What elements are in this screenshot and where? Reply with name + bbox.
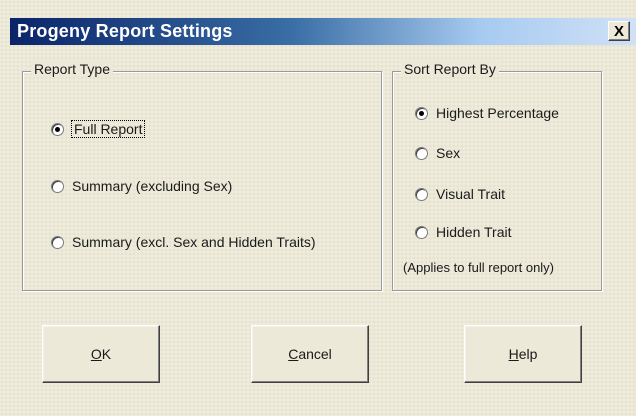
dialog-window: Progeny Report Settings X Report Type Fu…	[0, 0, 636, 416]
close-icon: X	[613, 22, 624, 40]
sort-by-legend: Sort Report By	[401, 61, 499, 77]
sort-by-group: Sort Report By Highest Percentage Sex Vi…	[392, 61, 602, 291]
report-type-summary-option[interactable]: Summary (excluding Sex)	[51, 178, 232, 194]
report-type-legend: Report Type	[31, 61, 114, 77]
radio-summary-excluding-sex[interactable]	[51, 179, 64, 193]
ok-button[interactable]: OK	[42, 325, 160, 383]
ok-label-rest: K	[101, 346, 112, 362]
cancel-label-rest: ancel	[298, 346, 332, 362]
help-label-rest: elp	[518, 346, 538, 362]
radio-visual-trait[interactable]	[415, 187, 428, 201]
sex-label: Sex	[436, 145, 461, 161]
cancel-mnemonic: C	[288, 346, 299, 362]
visual-trait-label: Visual Trait	[436, 186, 505, 202]
sort-visual-trait-option[interactable]: Visual Trait	[415, 186, 505, 202]
sort-highest-percentage-option[interactable]: Highest Percentage	[415, 105, 559, 121]
help-button[interactable]: Help	[464, 325, 582, 383]
close-button[interactable]: X	[608, 21, 630, 41]
radio-summary-excl-hidden[interactable]	[51, 235, 64, 249]
summary-excl-hidden-label: Summary (excl. Sex and Hidden Traits)	[72, 234, 316, 250]
summary-excluding-sex-label: Summary (excluding Sex)	[72, 178, 233, 194]
full-report-label: Full Report	[70, 120, 146, 138]
ok-mnemonic: O	[90, 346, 102, 362]
radio-highest-percentage[interactable]	[415, 106, 428, 120]
title-bar[interactable]: Progeny Report Settings X	[10, 18, 636, 45]
sort-sex-option[interactable]: Sex	[415, 145, 460, 161]
window-title: Progeny Report Settings	[17, 21, 233, 41]
sort-by-note: (Applies to full report only)	[403, 260, 555, 275]
cancel-button[interactable]: Cancel	[251, 325, 369, 383]
hidden-trait-label: Hidden Trait	[436, 224, 512, 240]
report-type-summary-hidden-option[interactable]: Summary (excl. Sex and Hidden Traits)	[51, 234, 316, 250]
radio-full-report[interactable]	[51, 122, 64, 136]
help-mnemonic: H	[508, 346, 519, 362]
radio-sex[interactable]	[415, 146, 428, 160]
highest-percentage-label: Highest Percentage	[436, 105, 559, 121]
radio-hidden-trait[interactable]	[415, 225, 428, 239]
report-type-group: Report Type Full Report Summary (excludi…	[22, 61, 382, 291]
report-type-full-option[interactable]: Full Report	[51, 120, 146, 138]
sort-hidden-trait-option[interactable]: Hidden Trait	[415, 224, 511, 240]
